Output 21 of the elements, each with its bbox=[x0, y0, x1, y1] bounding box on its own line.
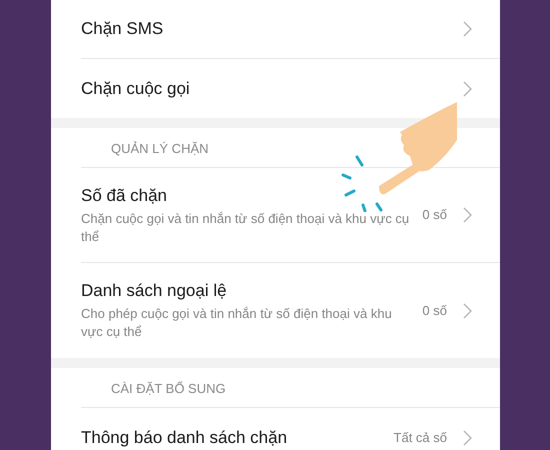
settings-row[interactable]: Thông báo danh sách chặn Tất cả số bbox=[81, 408, 500, 450]
row-title: Chặn cuộc gọi bbox=[81, 78, 191, 100]
row-title: Số đã chặn bbox=[81, 184, 168, 206]
row-title: Chặn SMS bbox=[81, 18, 164, 40]
row-title: Thông báo danh sách chặn bbox=[81, 426, 288, 448]
chevron-icon bbox=[463, 21, 472, 37]
row-value: Tất cả số bbox=[394, 428, 447, 447]
settings-row[interactable]: Chặn SMS bbox=[81, 0, 500, 59]
settings-row[interactable]: Danh sách ngoại lệ Cho phép cuộc gọi và tin nhắn từ số điện thoại và khu vực cụ thể 0 số bbox=[81, 263, 500, 358]
section-header: CÀI ĐẶT BỔ SUNG bbox=[111, 380, 226, 398]
chevron-icon bbox=[463, 430, 472, 446]
row-title: Danh sách ngoại lệ bbox=[81, 280, 228, 302]
row-value: 0 số bbox=[422, 206, 447, 224]
chevron-icon bbox=[463, 80, 472, 96]
settings-row[interactable]: Chặn cuộc gọi bbox=[81, 59, 500, 118]
row-subtitle: Cho phép cuộc gọi và tin nhắn từ số điện thoại và khu vực cụ thể bbox=[81, 305, 393, 341]
chevron-icon bbox=[463, 207, 472, 223]
section-header: QUẢN LÝ CHẶN bbox=[111, 140, 209, 158]
chevron-icon bbox=[463, 302, 472, 318]
row-value: 0 số bbox=[422, 302, 447, 320]
row-subtitle: Chặn cuộc gọi và tin nhắn từ số điện thoại và khu vực cụ thể bbox=[81, 210, 410, 246]
